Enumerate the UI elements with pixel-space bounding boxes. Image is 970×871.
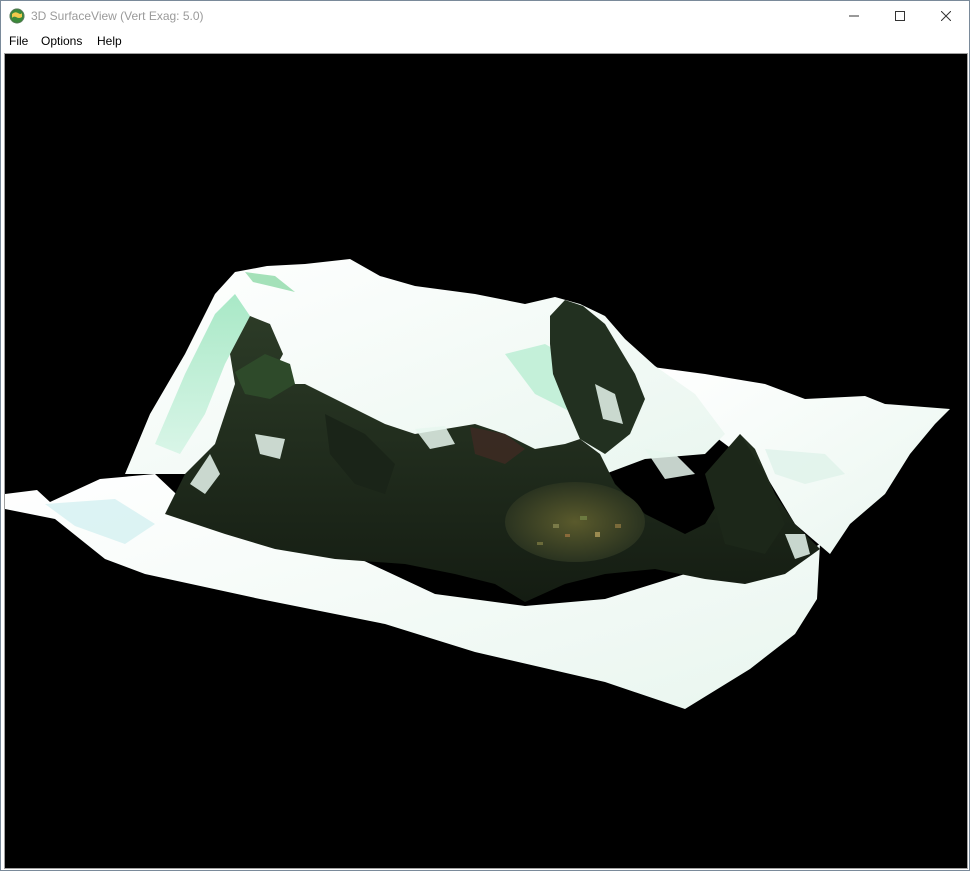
- app-window: 3D SurfaceView (Vert Exag: 5.0) File Opt…: [0, 0, 970, 871]
- menu-bar: File Options Help: [1, 32, 969, 52]
- window-title: 3D SurfaceView (Vert Exag: 5.0): [31, 9, 204, 23]
- maximize-icon: [895, 8, 905, 26]
- maximize-button[interactable]: [877, 1, 923, 32]
- minimize-button[interactable]: [831, 1, 877, 32]
- minimize-icon: [849, 8, 859, 26]
- 3d-surface-viewport[interactable]: [4, 53, 968, 869]
- terrain-render: [5, 259, 950, 709]
- menu-options[interactable]: Options: [41, 34, 82, 48]
- close-button[interactable]: [923, 1, 969, 32]
- menu-file[interactable]: File: [9, 34, 28, 48]
- terrain-valley-town: [505, 482, 645, 562]
- globe-app-icon: [9, 8, 25, 24]
- close-icon: [940, 8, 952, 26]
- menu-help[interactable]: Help: [97, 34, 122, 48]
- title-bar[interactable]: 3D SurfaceView (Vert Exag: 5.0): [1, 1, 969, 32]
